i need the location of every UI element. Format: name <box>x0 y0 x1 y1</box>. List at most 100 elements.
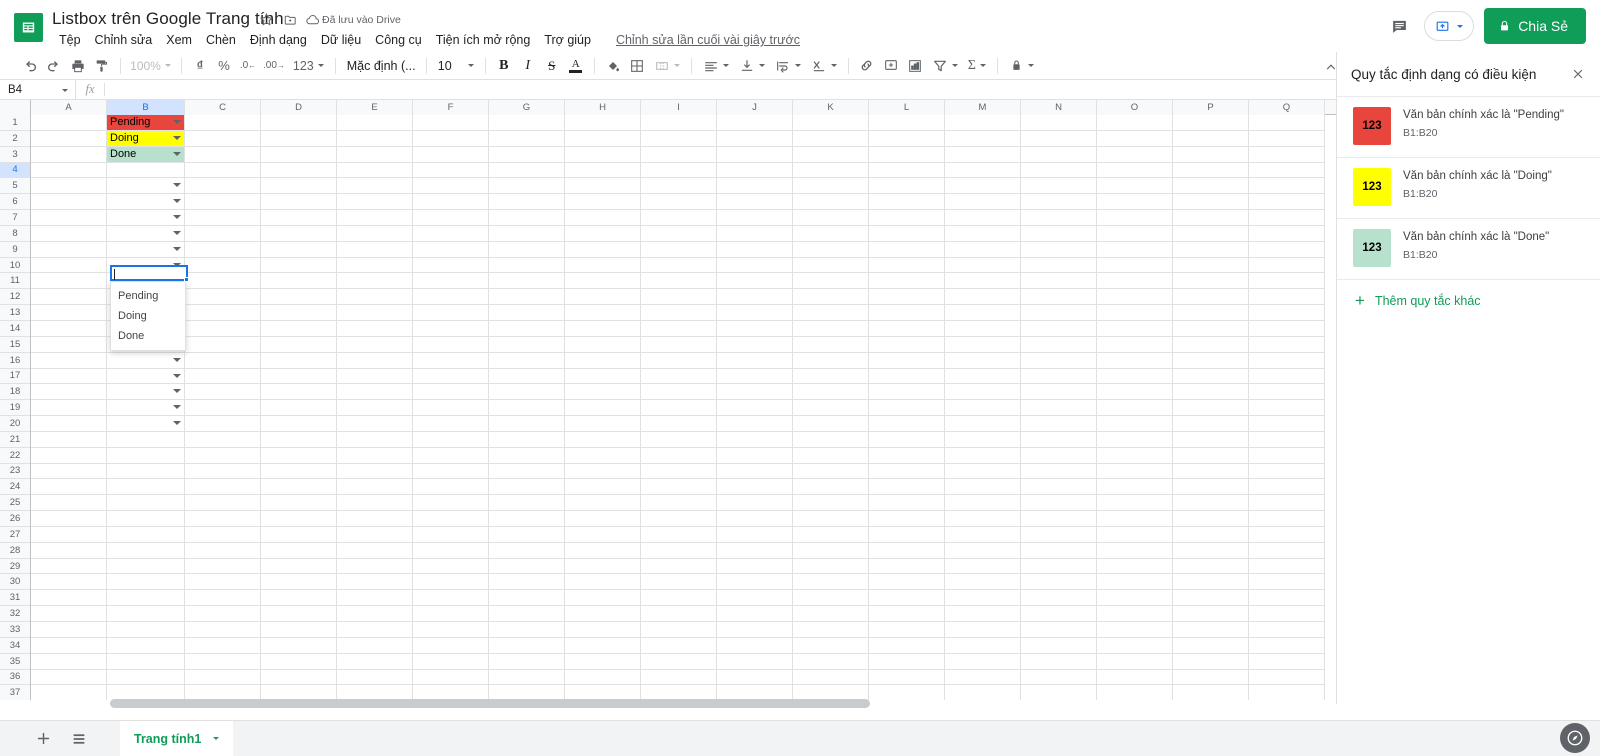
cell-dropdown-arrow-icon[interactable] <box>173 230 181 235</box>
cell-D5[interactable] <box>261 178 337 195</box>
row-header-12[interactable]: 12 <box>0 289 30 306</box>
cell-H21[interactable] <box>565 431 641 448</box>
column-header-E[interactable]: E <box>337 100 413 115</box>
italic-icon[interactable]: I <box>516 54 540 78</box>
cell-D27[interactable] <box>261 526 337 543</box>
cell-P16[interactable] <box>1173 352 1249 369</box>
cell-L4[interactable] <box>869 162 945 179</box>
cell-K15[interactable] <box>793 336 869 353</box>
cell-G31[interactable] <box>489 590 565 607</box>
cell-B5[interactable] <box>107 178 185 195</box>
cell-O6[interactable] <box>1097 194 1173 211</box>
cell-I12[interactable] <box>641 289 717 306</box>
row-header-34[interactable]: 34 <box>0 638 30 654</box>
cell-M24[interactable] <box>945 479 1021 496</box>
cell-B29[interactable] <box>107 558 185 575</box>
cell-F7[interactable] <box>413 210 489 226</box>
cell-F22[interactable] <box>413 447 489 464</box>
cell-J8[interactable] <box>717 225 793 242</box>
cell-K22[interactable] <box>793 447 869 464</box>
cell-M26[interactable] <box>945 511 1021 527</box>
cell-K34[interactable] <box>793 637 869 654</box>
cell-L35[interactable] <box>869 653 945 670</box>
insert-chart-icon[interactable] <box>903 54 927 78</box>
cell-P3[interactable] <box>1173 146 1249 163</box>
cell-C11[interactable] <box>185 273 261 290</box>
cell-O34[interactable] <box>1097 637 1173 654</box>
cell-H27[interactable] <box>565 526 641 543</box>
cell-Q7[interactable] <box>1249 210 1325 226</box>
cell-L28[interactable] <box>869 542 945 559</box>
cell-A36[interactable] <box>31 669 107 686</box>
cell-F2[interactable] <box>413 130 489 147</box>
cell-P9[interactable] <box>1173 241 1249 258</box>
cell-C6[interactable] <box>185 194 261 211</box>
cell-M32[interactable] <box>945 606 1021 622</box>
cell-K26[interactable] <box>793 511 869 527</box>
cell-D9[interactable] <box>261 241 337 258</box>
cell-D31[interactable] <box>261 590 337 607</box>
cell-A8[interactable] <box>31 225 107 242</box>
cell-E33[interactable] <box>337 622 413 638</box>
row-header-18[interactable]: 18 <box>0 384 30 401</box>
text-color-icon[interactable]: A <box>564 54 588 78</box>
menu-data[interactable]: Dữ liệu <box>314 31 368 49</box>
cell-Q27[interactable] <box>1249 526 1325 543</box>
cell-I30[interactable] <box>641 574 717 591</box>
row-header-6[interactable]: 6 <box>0 194 30 211</box>
cell-I23[interactable] <box>641 463 717 480</box>
rule-item-done[interactable]: 123 Văn bản chính xác là "Done" B1:B20 <box>1337 218 1600 279</box>
row-header-25[interactable]: 25 <box>0 495 30 512</box>
column-header-O[interactable]: O <box>1097 100 1173 115</box>
cell-I31[interactable] <box>641 590 717 607</box>
cell-N22[interactable] <box>1021 447 1097 464</box>
cell-A5[interactable] <box>31 178 107 195</box>
cell-K14[interactable] <box>793 320 869 337</box>
cell-P23[interactable] <box>1173 463 1249 480</box>
cell-Q22[interactable] <box>1249 447 1325 464</box>
cell-A11[interactable] <box>31 273 107 290</box>
cell-H18[interactable] <box>565 384 641 401</box>
cell-F18[interactable] <box>413 384 489 401</box>
paint-format-icon[interactable] <box>90 54 114 78</box>
column-header-B[interactable]: B <box>107 100 185 115</box>
cell-D22[interactable] <box>261 447 337 464</box>
cell-K37[interactable] <box>793 685 869 700</box>
bold-icon[interactable]: B <box>492 54 516 78</box>
cell-I36[interactable] <box>641 669 717 686</box>
cell-F21[interactable] <box>413 431 489 448</box>
cell-G21[interactable] <box>489 431 565 448</box>
cell-F13[interactable] <box>413 305 489 321</box>
cell-O19[interactable] <box>1097 400 1173 417</box>
cell-B31[interactable] <box>107 590 185 607</box>
chevron-down-icon[interactable] <box>62 88 68 92</box>
cell-M17[interactable] <box>945 368 1021 385</box>
cell-F11[interactable] <box>413 273 489 290</box>
cell-N28[interactable] <box>1021 542 1097 559</box>
cell-N11[interactable] <box>1021 273 1097 290</box>
cell-Q37[interactable] <box>1249 685 1325 700</box>
cell-dropdown-arrow-icon[interactable] <box>173 389 181 394</box>
cell-Q30[interactable] <box>1249 574 1325 591</box>
cell-N18[interactable] <box>1021 384 1097 401</box>
cell-K1[interactable] <box>793 115 869 131</box>
cell-I18[interactable] <box>641 384 717 401</box>
cell-J2[interactable] <box>717 130 793 147</box>
cell-D6[interactable] <box>261 194 337 211</box>
increase-decimal-icon[interactable]: .00 → <box>260 54 288 78</box>
cell-K3[interactable] <box>793 146 869 163</box>
cell-H20[interactable] <box>565 416 641 432</box>
column-header-L[interactable]: L <box>869 100 945 115</box>
cell-D33[interactable] <box>261 622 337 638</box>
cell-L19[interactable] <box>869 400 945 417</box>
cell-O13[interactable] <box>1097 305 1173 321</box>
cell-B26[interactable] <box>107 511 185 527</box>
row-header-28[interactable]: 28 <box>0 543 30 559</box>
cell-F19[interactable] <box>413 400 489 417</box>
cell-G14[interactable] <box>489 320 565 337</box>
cell-G30[interactable] <box>489 574 565 591</box>
cell-O29[interactable] <box>1097 558 1173 575</box>
cell-C1[interactable] <box>185 115 261 131</box>
cell-G18[interactable] <box>489 384 565 401</box>
cell-O8[interactable] <box>1097 225 1173 242</box>
